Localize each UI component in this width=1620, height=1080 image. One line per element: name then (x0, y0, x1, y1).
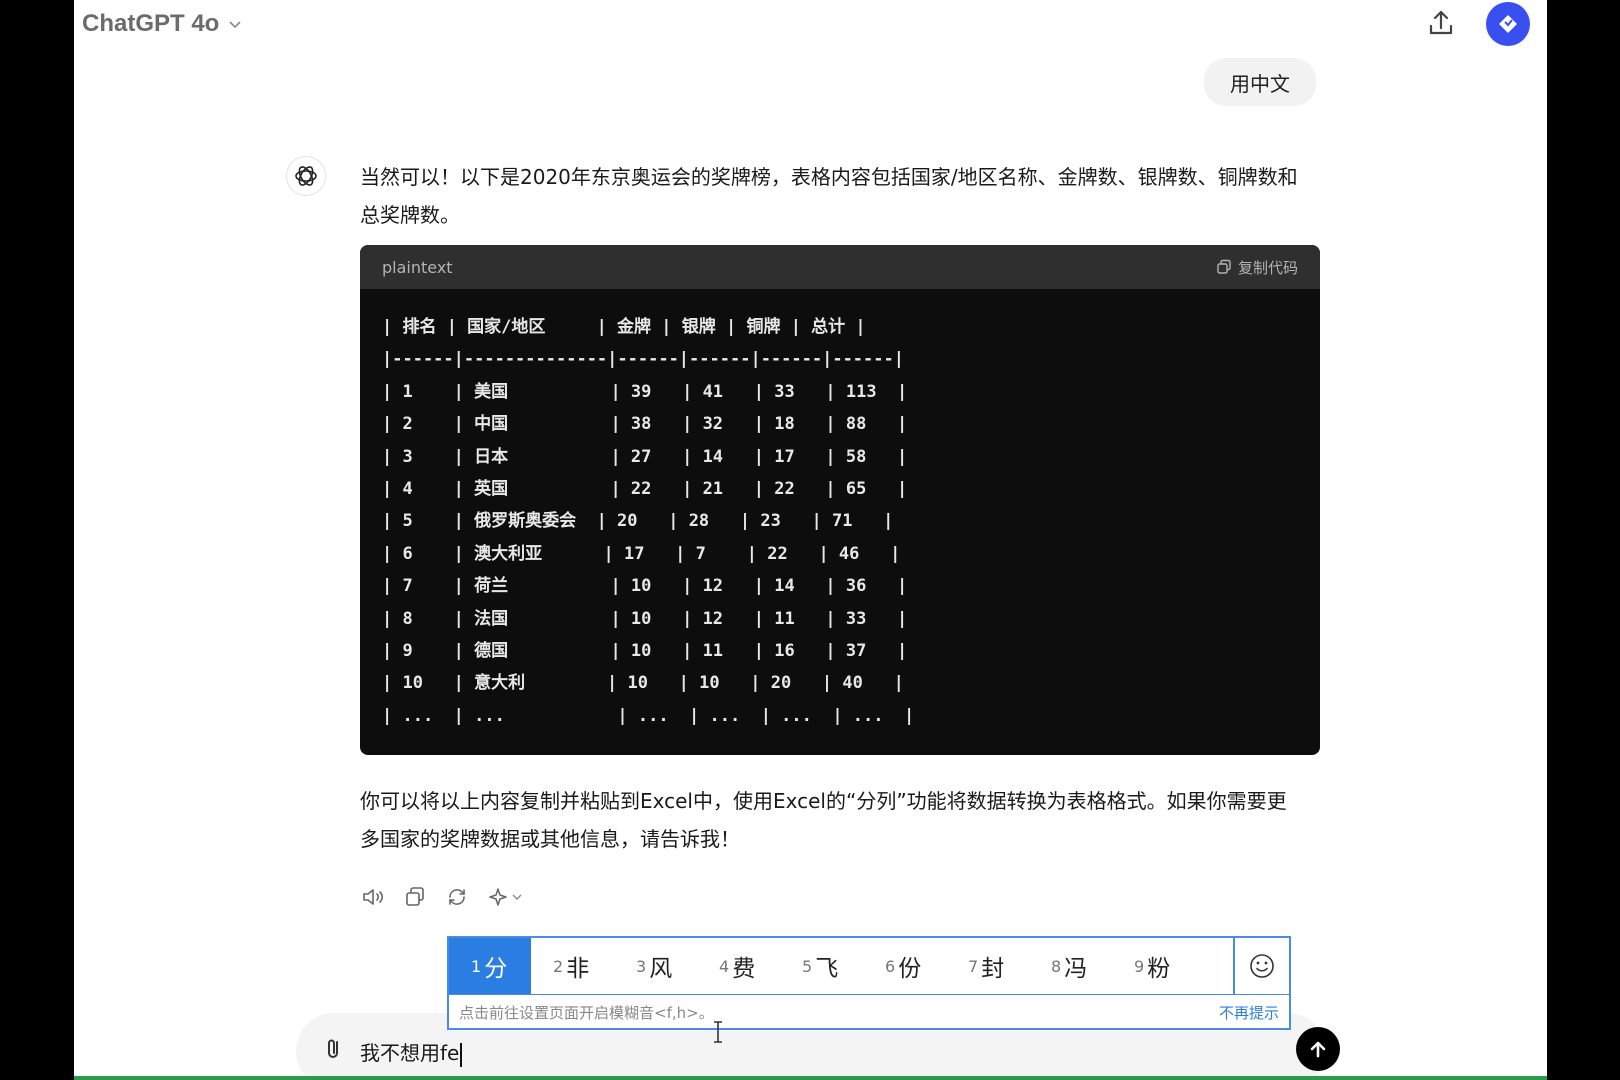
assistant-avatar (286, 156, 326, 196)
candidate-text: 封 (981, 956, 1005, 982)
code-line: | 8 | 法国 | 10 | 12 | 11 | 33 | (382, 608, 908, 629)
top-bar: ChatGPT 4o (74, 0, 1547, 52)
read-aloud-icon (363, 889, 384, 905)
candidate-text: 分 (484, 956, 508, 982)
code-line: | 2 | 中国 | 38 | 32 | 18 | 88 | (382, 414, 908, 435)
switch-model-button[interactable] (486, 884, 526, 910)
text-cursor-icon (714, 1021, 722, 1043)
candidate-text: 飞 (815, 956, 839, 982)
message-actions (360, 884, 526, 910)
code-line: | 5 | 俄罗斯奥委会 | 20 | 28 | 23 | 71 | (382, 511, 894, 532)
ime-candidate[interactable]: 3风 (614, 938, 697, 994)
ime-candidate[interactable]: 6份 (863, 938, 946, 994)
candidate-number: 9 (1134, 956, 1145, 976)
regenerate-icon (449, 889, 465, 905)
model-selector[interactable]: ChatGPT 4o (82, 10, 243, 38)
ime-candidate[interactable]: 7封 (946, 938, 1029, 994)
model-name-label: ChatGPT 4o (82, 10, 220, 37)
copy-code-button[interactable]: 复制代码 (1216, 257, 1298, 278)
share-icon[interactable] (1424, 6, 1458, 40)
regenerate-button[interactable] (444, 884, 470, 910)
candidate-text: 非 (566, 956, 590, 982)
code-header: plaintext 复制代码 (360, 245, 1320, 289)
copy-icon (1217, 259, 1231, 274)
ime-candidate-window: 1分 2非 3风 4费 5飞 6份 7封 8冯 9粉 点击前往设置页面开启模糊音… (447, 936, 1291, 1030)
copy-code-label: 复制代码 (1237, 258, 1298, 277)
user-avatar[interactable] (1486, 2, 1530, 46)
ime-candidate[interactable]: 4费 (697, 938, 780, 994)
read-aloud-button[interactable] (360, 884, 386, 910)
message-input-text: 我不想用fe (360, 1041, 460, 1065)
candidate-text: 粉 (1147, 956, 1171, 982)
user-message: 用中文 (1204, 58, 1316, 106)
arrow-up-icon (1310, 1041, 1326, 1058)
candidate-number: 1 (471, 956, 482, 976)
send-button[interactable] (1296, 1027, 1340, 1071)
code-line: | 4 | 英国 | 22 | 21 | 22 | 65 | (382, 479, 908, 500)
openai-logo-icon (295, 166, 317, 186)
ime-candidates: 1分 2非 3风 4费 5飞 6份 7封 8冯 9粉 (449, 938, 1233, 994)
code-line-header: | 排名 | 国家/地区 | 金牌 | 银牌 | 铜牌 | 总计 | (382, 317, 866, 337)
code-block: plaintext 复制代码 | 排名 | 国家/地区 | 金牌 | 银牌 | … (360, 245, 1320, 755)
code-line: | ... | ... | ... | ... | ... | ... | (382, 705, 915, 726)
copy-icon (406, 887, 424, 906)
bottom-accent-line (74, 1076, 1547, 1080)
ime-candidate[interactable]: 1分 (449, 938, 531, 994)
ime-dismiss-link[interactable]: 不再提示 (1219, 1002, 1279, 1023)
candidate-text: 份 (898, 956, 922, 982)
code-line: | 10 | 意大利 | 10 | 10 | 20 | 40 | (382, 673, 904, 694)
ime-candidate[interactable]: 8冯 (1029, 938, 1112, 994)
smiley-icon (1250, 954, 1274, 978)
assistant-outro-text: 你可以将以上内容复制并粘贴到Excel中，使用Excel的“分列”功能将数据转换… (360, 789, 1287, 851)
code-line: | 6 | 澳大利亚 | 17 | 7 | 22 | 46 | (382, 543, 901, 564)
code-line: | 9 | 德国 | 10 | 11 | 16 | 37 | (382, 641, 908, 662)
candidate-text: 风 (649, 956, 673, 982)
ime-emoji-button[interactable] (1233, 938, 1289, 994)
code-line: | 7 | 荷兰 | 10 | 12 | 14 | 36 | (382, 576, 908, 597)
candidate-number: 5 (802, 956, 813, 976)
ime-candidate[interactable]: 9粉 (1112, 938, 1195, 994)
chevron-down-icon (229, 21, 241, 29)
code-language: plaintext (382, 257, 453, 277)
candidate-number: 2 (553, 956, 564, 976)
ime-candidate[interactable]: 2非 (531, 938, 614, 994)
message-input[interactable]: 我不想用fe (360, 1037, 463, 1067)
code-line-separator: |------|--------------|------|------|---… (382, 349, 904, 370)
candidate-number: 3 (636, 956, 647, 976)
diamond-icon (1499, 15, 1517, 33)
ime-candidate[interactable]: 5飞 (780, 938, 863, 994)
candidate-number: 4 (719, 956, 730, 976)
chat-page: ChatGPT 4o 用中文 当然可以！以下是2020年东京奥运会的奖牌榜，表格… (74, 0, 1547, 1080)
ime-hint-text[interactable]: 点击前往设置页面开启模糊音<f,h>。 (459, 1002, 714, 1023)
ime-hint-bar: 点击前往设置页面开启模糊音<f,h>。 不再提示 (449, 994, 1289, 1030)
candidate-text: 费 (732, 956, 756, 982)
sparkle-model-icon (489, 888, 522, 906)
candidate-text: 冯 (1064, 956, 1088, 982)
candidate-number: 6 (885, 956, 896, 976)
code-line: | 3 | 日本 | 27 | 14 | 17 | 58 | (382, 446, 908, 467)
attach-icon[interactable] (320, 1035, 348, 1063)
copy-message-button[interactable] (402, 884, 428, 910)
text-caret (460, 1042, 463, 1067)
candidate-number: 8 (1051, 956, 1062, 976)
code-line: | 1 | 美国 | 39 | 41 | 33 | 113 | (382, 381, 908, 402)
candidate-number: 7 (968, 956, 979, 976)
code-content: | 排名 | 国家/地区 | 金牌 | 银牌 | 铜牌 | 总计 | |-----… (360, 289, 1320, 732)
assistant-intro-text: 当然可以！以下是2020年东京奥运会的奖牌榜，表格内容包括国家/地区名称、金牌数… (360, 165, 1298, 227)
